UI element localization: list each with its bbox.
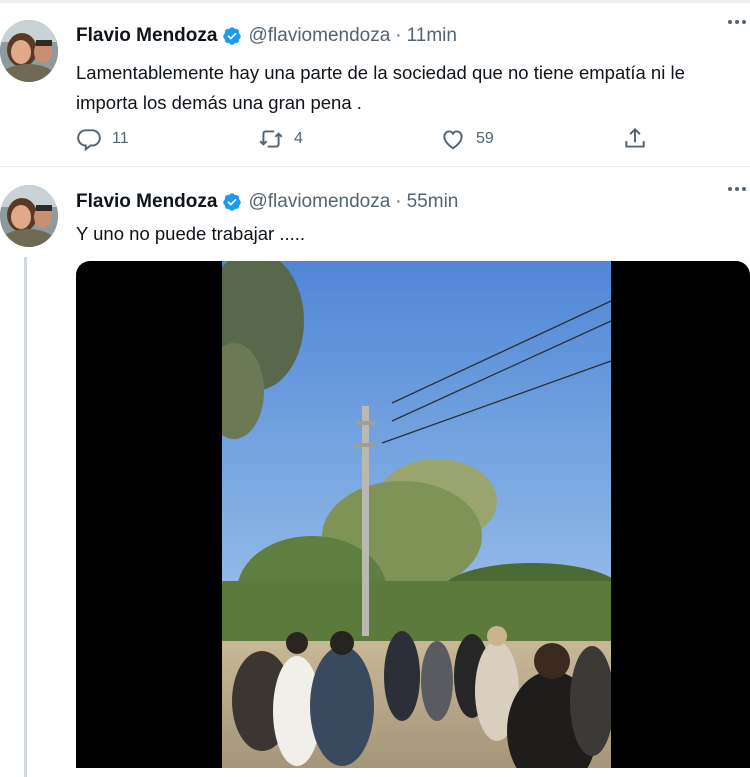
tweet-header: Flavio Mendoza @flaviomendoza · 55min	[76, 188, 458, 216]
avatar-image	[0, 185, 58, 247]
reply-button[interactable]: 11	[76, 122, 129, 156]
tweet[interactable]: Flavio Mendoza @flaviomendoza · 11min La…	[0, 0, 750, 167]
timestamp[interactable]: 11min	[407, 25, 457, 47]
share-icon	[625, 127, 645, 148]
video-player[interactable]	[76, 261, 750, 768]
tweet[interactable]: Flavio Mendoza @flaviomendoza · 55min Y …	[0, 167, 750, 777]
avatar-image	[0, 20, 58, 82]
video-still-image	[222, 261, 611, 768]
more-options-button[interactable]	[726, 14, 750, 34]
more-icon	[728, 187, 746, 191]
retweet-button[interactable]: 4	[258, 122, 303, 156]
avatar[interactable]	[0, 20, 58, 82]
reply-count: 11	[112, 130, 129, 147]
thread-line	[24, 257, 27, 777]
like-icon	[443, 130, 463, 150]
tweet-actions: 11 4 59	[76, 122, 696, 156]
author-name[interactable]: Flavio Mendoza	[76, 191, 217, 213]
tweet-header: Flavio Mendoza @flaviomendoza · 11min	[76, 22, 457, 50]
separator-dot: ·	[395, 191, 402, 212]
separator-dot: ·	[395, 25, 402, 46]
timestamp[interactable]: 55min	[407, 191, 459, 213]
avatar[interactable]	[0, 185, 58, 247]
author-handle[interactable]: @flaviomendoza	[248, 191, 390, 213]
reply-icon	[77, 129, 101, 152]
author-name[interactable]: Flavio Mendoza	[76, 25, 217, 47]
verified-badge-icon	[223, 193, 242, 211]
share-button[interactable]	[622, 122, 648, 156]
retweet-count: 4	[294, 130, 303, 147]
more-options-button[interactable]	[726, 181, 750, 201]
author-handle[interactable]: @flaviomendoza	[248, 25, 390, 47]
tweet-text: Y uno no puede trabajar .....	[76, 223, 306, 244]
verified-badge-icon	[223, 27, 242, 45]
video-frame	[222, 261, 611, 768]
tweet-text: Lamentablemente hay una parte de la soci…	[76, 62, 685, 113]
more-icon	[728, 20, 746, 24]
like-count: 59	[476, 130, 494, 147]
like-button[interactable]: 59	[440, 122, 494, 156]
retweet-icon	[259, 130, 283, 148]
